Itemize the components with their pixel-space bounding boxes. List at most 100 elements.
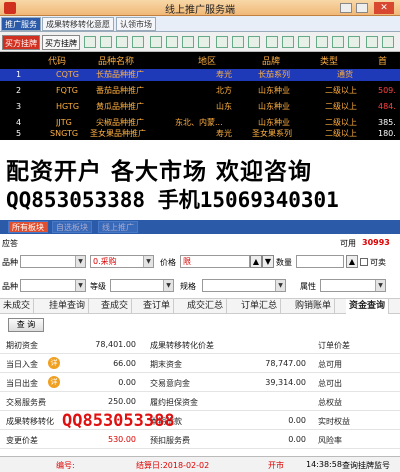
row-brand: 圣女果系列 [252,129,292,138]
message-icon[interactable] [348,36,360,48]
table-row[interactable]: 1 CQTG 长茄品种推广 寿光 长茄系列 通货 [0,69,400,81]
table-row[interactable]: 2 FQTG 番茄品种推广 北方 山东种业 二级以上 509. [0,85,400,97]
kline-icon[interactable] [100,36,112,48]
col-header-name[interactable]: 品种名称 [98,54,134,67]
table-row[interactable]: 5 SNGTG 圣女果品种推广 寿光 圣女果系列 二级以上 180. [0,128,400,140]
spec-label: 规格 [180,282,196,291]
board-tab-bar: 所有板块 自选板块 线上推广 [0,220,400,234]
list-icon[interactable] [150,36,162,48]
grade-label: 等级 [90,282,106,291]
buy-listing-button[interactable]: 买方挂牌 [2,35,40,50]
tab-trades[interactable]: 查成交 [98,299,133,314]
table-row[interactable]: 3 HGTG 黄瓜品种推广 山东 山东种业 二级以上 484. [0,101,400,113]
minimize-button[interactable] [340,3,352,13]
row-region: 北方 [216,86,232,95]
col-header-code[interactable]: 代码 [48,54,66,67]
row-index: 3 [16,102,22,111]
col-header-brand[interactable]: 品牌 [262,54,280,67]
quantity-up-button[interactable]: ▲ [346,255,358,268]
help-icon[interactable] [248,36,260,48]
attribute-select[interactable]: ▼ [320,279,386,292]
tab-online-promotion[interactable]: 线上推广 [98,221,138,233]
detail-badge-icon[interactable]: 详 [48,357,60,369]
quantity-input[interactable] [296,255,344,268]
query-button[interactable]: 查 询 [8,318,44,332]
tab-orders[interactable]: 查订单 [140,299,175,314]
fund-label: 当日入金 [6,360,38,369]
ad-banner: 配资开户 各大市场 欢迎咨询 QQ853053388 手机15069340301 [0,140,400,220]
attribute-label: 属性 [300,282,316,291]
row-brand: 山东种业 [258,102,290,111]
available-value: 30993 [362,238,390,247]
tab-listing-query[interactable]: 挂单查询 [46,299,90,314]
fund-label: 变更价差 [6,436,38,445]
status-market-state: 开市 [268,461,284,470]
exit-icon[interactable] [382,36,394,48]
grid-icon[interactable] [132,36,144,48]
table-row: 变更价差 530.00 预扣服务费 0.00 风险率 [0,431,400,449]
row-region: 山东 [216,102,232,111]
zoom-icon[interactable] [198,36,210,48]
col-header-region[interactable]: 地区 [198,54,216,67]
row-type: 二级以上 [325,86,357,95]
tab-trade-summary[interactable]: 成交汇总 [184,299,228,314]
fund-value: 250.00 [108,397,136,406]
table-row: 交易服务费 250.00 履约担保资金 总权益 [0,393,400,411]
variety2-select[interactable]: ▼ [20,279,86,292]
direction-select[interactable]: 0.采购 ▼ [90,255,154,268]
col-header-first[interactable]: 首 [378,54,387,67]
sellable-checkbox[interactable] [360,258,368,266]
price-up-button[interactable]: ▲ [250,255,262,268]
variety-select[interactable]: ▼ [20,255,86,268]
fund-label: 成果转移转化价差 [150,341,214,350]
search-icon[interactable] [182,36,194,48]
price-label: 价格 [160,258,176,267]
row-name: 黄瓜品种推广 [96,102,144,111]
row-region: 寿光 [216,129,232,138]
info-icon[interactable] [232,36,244,48]
bar-icon[interactable] [116,36,128,48]
fund-label: 预扣服务费 [150,436,190,445]
row-first: 509. [378,86,396,95]
chevron-down-icon: ▼ [163,280,173,291]
tab-favorite-boards[interactable]: 自选板块 [52,221,92,233]
print-icon[interactable] [266,36,278,48]
chevron-down-icon: ▼ [143,256,153,267]
lock-icon[interactable] [316,36,328,48]
col-header-type[interactable]: 类型 [320,54,338,67]
chart-icon[interactable] [84,36,96,48]
tab-purchase-bills[interactable]: 购销账单 [292,299,336,314]
settings-icon[interactable] [216,36,228,48]
status-hint: 查询挂牌监号 [342,461,390,470]
tab-claim-market[interactable]: 认领市场 [116,17,156,31]
row-name: 长茄品种推广 [96,70,144,79]
maximize-button[interactable] [356,3,368,13]
calculator-icon[interactable] [366,36,378,48]
sell-listing-button[interactable]: 买方挂牌 [42,35,80,50]
query-tab-bar: 未成交 挂单查询 查成交 查订单 成交汇总 订单汇总 购销账单 资金查询 [0,298,400,314]
status-settlement-date: 结算日:2018-02-02 [136,461,210,470]
grade-select[interactable]: ▼ [110,279,174,292]
filter-icon[interactable] [298,36,310,48]
fund-value: 0.00 [118,378,136,387]
refresh-icon[interactable] [166,36,178,48]
spec-select[interactable]: ▼ [202,279,286,292]
detail-badge-icon[interactable]: 详 [48,376,60,388]
tab-order-summary[interactable]: 订单汇总 [238,299,282,314]
tab-unfilled[interactable]: 未成交 [0,299,35,314]
tab-transfer-intent[interactable]: 成果转移转化意愿 [42,17,114,31]
tab-funds-query[interactable]: 资金查询 [346,299,390,314]
chevron-down-icon: ▼ [375,280,385,291]
tab-promotion-service[interactable]: 推广服务 [1,17,41,31]
user-icon[interactable] [332,36,344,48]
export-icon[interactable] [282,36,294,48]
price-input[interactable]: 限 [180,255,250,268]
chevron-down-icon: ▼ [75,256,85,267]
fund-label: 实时权益 [318,417,350,426]
close-button[interactable]: ✕ [374,2,394,14]
row-index: 2 [16,86,22,95]
fund-label: 交易服务费 [6,398,46,407]
price-down-button[interactable]: ▼ [262,255,274,268]
tab-all-boards[interactable]: 所有板块 [8,221,48,233]
fund-label: 交易意向金 [150,379,190,388]
